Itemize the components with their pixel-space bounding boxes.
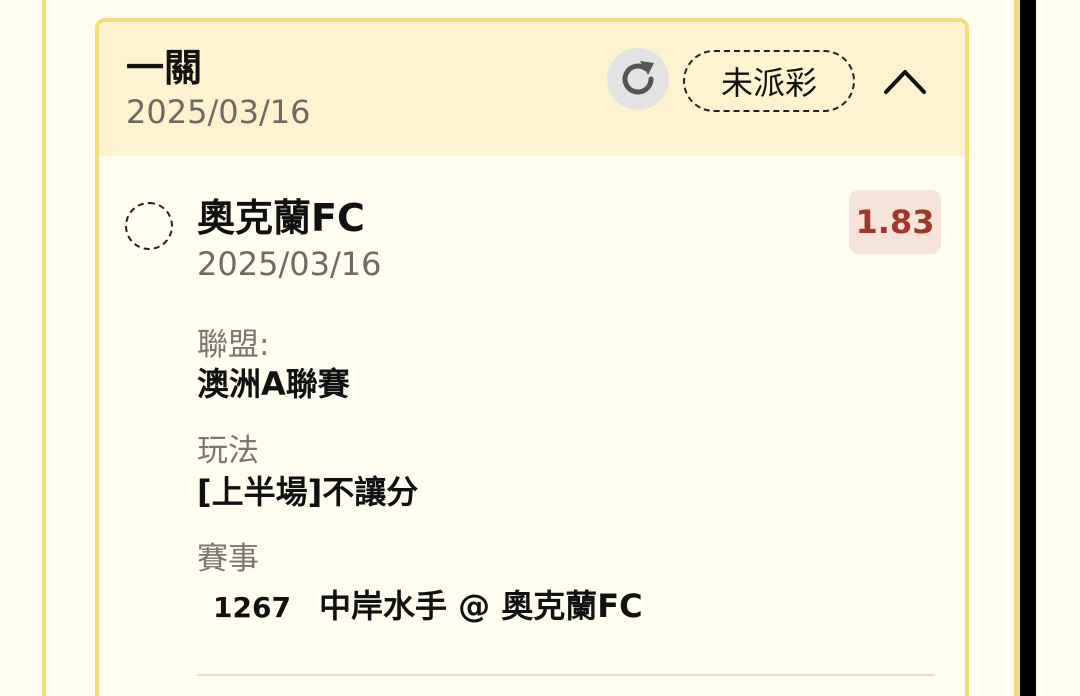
selection-date: 2025/03/16 (197, 245, 382, 283)
selection-team-name: 奧克蘭FC (197, 196, 365, 240)
event-row: 1267 中岸水手 @ 奧克蘭FC (213, 586, 643, 628)
bet-card-header[interactable]: 一關 2025/03/16 未派彩 (99, 22, 965, 156)
screen-edge-bar (1020, 0, 1036, 696)
selection-radio[interactable] (125, 202, 173, 250)
refresh-icon (622, 61, 654, 95)
event-label: 賽事 (197, 541, 259, 577)
event-match: 中岸水手 @ 奧克蘭FC (318, 587, 643, 625)
play-type-value: [上半場]不讓分 (197, 473, 419, 511)
bet-type-title: 一關 (126, 46, 203, 90)
screen: 一關 2025/03/16 未派彩 奧克蘭FC 2025/03/16 1.83 … (0, 0, 1080, 696)
bet-date: 2025/03/16 (126, 93, 311, 131)
screen-right-margin (1036, 0, 1080, 696)
settlement-status-badge: 未派彩 (683, 50, 855, 112)
frame-stripe-left (42, 0, 46, 696)
event-number: 1267 (213, 591, 291, 624)
bet-card: 一關 2025/03/16 未派彩 奧克蘭FC 2025/03/16 1.83 … (95, 18, 969, 696)
collapse-button[interactable] (879, 56, 931, 106)
chevron-up-icon (884, 70, 926, 94)
refresh-button[interactable] (607, 48, 669, 110)
league-value: 澳洲A聯賽 (197, 365, 350, 403)
section-divider (197, 674, 935, 676)
league-label: 聯盟: (197, 327, 270, 363)
odds-badge: 1.83 (849, 190, 941, 254)
play-type-label: 玩法 (197, 433, 259, 469)
